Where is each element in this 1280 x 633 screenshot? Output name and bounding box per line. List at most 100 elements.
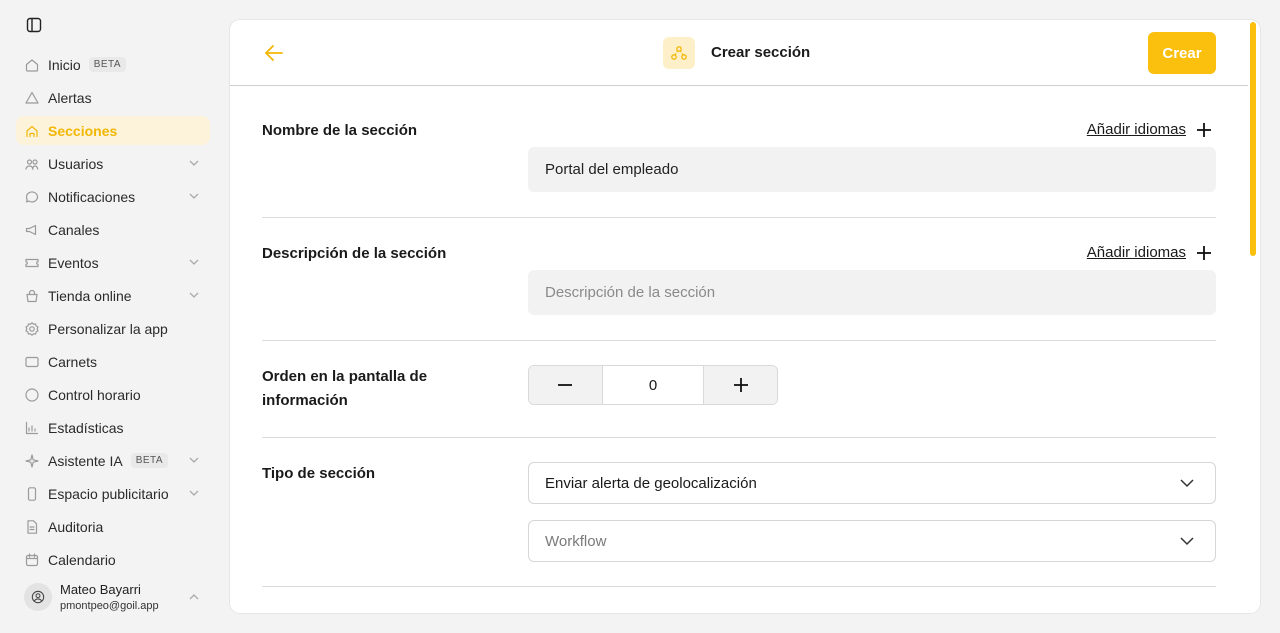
sections-icon: [24, 123, 40, 139]
sidebar-item-carnets[interactable]: Carnets: [16, 347, 210, 376]
sidebar-item-notificaciones[interactable]: Notificaciones: [16, 182, 210, 211]
sidebar-item-alertas[interactable]: Alertas: [16, 83, 210, 112]
section-type-group: Tipo de sección Enviar alerta de geoloca…: [262, 438, 1216, 587]
sidebar-item-label: Estadísticas: [48, 419, 124, 436]
chevron-down-icon[interactable]: [188, 157, 200, 169]
alert-triangle-icon: [24, 90, 40, 106]
user-name: Mateo Bayarri: [60, 582, 141, 597]
user-email: pmontpeo@goil.app: [60, 600, 159, 612]
beta-badge: BETA: [88, 57, 127, 72]
page-title: Crear sección: [711, 44, 811, 61]
chat-bubble-icon: [24, 189, 40, 205]
sidebar-toggle-icon[interactable]: [26, 17, 42, 33]
create-section-panel: Crear sección Crear Nombre de la sección…: [230, 20, 1260, 613]
chevron-down-icon[interactable]: [188, 289, 200, 301]
chevron-down-icon[interactable]: [188, 256, 200, 268]
section-type-label: Tipo de sección: [262, 465, 376, 482]
megaphone-icon: [24, 222, 40, 238]
sidebar-item-label: Carnets: [48, 353, 98, 370]
document-icon: [24, 519, 40, 535]
sidebar-item-label: Alertas: [48, 89, 92, 106]
sidebar-item-calendario[interactable]: Calendario: [16, 545, 210, 574]
phone-icon: [24, 486, 40, 502]
panel-header: Crear sección Crear: [230, 20, 1248, 86]
sidebar-item-label: Calendario: [48, 551, 116, 568]
sidebar: Inicio BETA Alertas Secciones Usuarios Notifi…: [0, 0, 222, 633]
scrollbar[interactable]: [1248, 20, 1260, 613]
settings-icon: [24, 321, 40, 337]
avatar: [24, 583, 52, 611]
chevron-down-icon[interactable]: [188, 487, 200, 499]
sidebar-item-personalizar-la-app[interactable]: Personalizar la app: [16, 314, 210, 343]
chevron-down-icon[interactable]: [188, 190, 200, 202]
workflow-placeholder: Workflow: [545, 532, 607, 550]
section-description-group: Descripción de la sección Añadir idiomas: [262, 218, 1216, 341]
create-button[interactable]: Crear: [1148, 32, 1216, 74]
sidebar-nav: Inicio BETA Alertas Secciones Usuarios Notifi…: [16, 50, 210, 578]
calendar-icon: [24, 552, 40, 568]
chevron-down-icon: [1180, 479, 1194, 488]
sidebar-item-label: Inicio: [48, 56, 81, 73]
sidebar-item-label: Personalizar la app: [48, 320, 168, 337]
sidebar-item-usuarios[interactable]: Usuarios: [16, 149, 210, 178]
sidebar-item-eventos[interactable]: Eventos: [16, 248, 210, 277]
sidebar-item-secciones[interactable]: Secciones: [16, 116, 210, 145]
plus-icon: [1197, 245, 1211, 260]
order-value[interactable]: 0: [601, 366, 705, 404]
add-languages-label: Añadir idiomas: [1086, 121, 1186, 138]
workflow-select[interactable]: Workflow: [528, 520, 1216, 562]
sidebar-item-label: Eventos: [48, 254, 99, 271]
home-icon: [24, 57, 40, 73]
section-type-select[interactable]: Enviar alerta de geolocalización: [528, 462, 1216, 504]
chevron-down-icon[interactable]: [188, 454, 200, 466]
section-name-input[interactable]: [528, 147, 1216, 192]
chevron-up-icon[interactable]: [188, 591, 200, 603]
sidebar-item-label: Canales: [48, 221, 100, 238]
user-profile[interactable]: Mateo Bayarri pmontpeo@goil.app: [24, 579, 210, 615]
section-description-input[interactable]: [528, 270, 1216, 315]
users-icon: [24, 156, 40, 172]
sidebar-item-asistente-ia[interactable]: Asistente IA BETA: [16, 446, 210, 475]
section-description-label: Descripción de la sección: [262, 245, 447, 262]
sections-icon: [663, 37, 695, 69]
section-name-label: Nombre de la sección: [262, 122, 418, 139]
sidebar-item-estadísticas[interactable]: Estadísticas: [16, 413, 210, 442]
minus-icon: [558, 384, 573, 386]
plus-icon: [1197, 122, 1211, 137]
sidebar-item-label: Tienda online: [48, 287, 132, 304]
card-icon: [24, 354, 40, 370]
sidebar-item-canales[interactable]: Canales: [16, 215, 210, 244]
decrement-button[interactable]: [529, 366, 602, 404]
section-type-value: Enviar alerta de geolocalización: [545, 474, 757, 492]
shop-icon: [24, 288, 40, 304]
add-languages-description-link[interactable]: Añadir idiomas: [1087, 244, 1212, 261]
sidebar-item-label: Usuarios: [48, 155, 104, 172]
sidebar-item-label: Notificaciones: [48, 188, 136, 205]
ticket-icon: [24, 255, 40, 271]
increment-button[interactable]: [704, 366, 777, 404]
sidebar-item-auditoria[interactable]: Auditoria: [16, 512, 210, 541]
order-stepper: 0: [528, 365, 778, 405]
clock-icon: [24, 387, 40, 403]
scrollbar-thumb[interactable]: [1250, 22, 1256, 256]
back-arrow-icon[interactable]: [264, 44, 284, 62]
sidebar-item-label: Control horario: [48, 386, 141, 403]
sidebar-item-label: Auditoria: [48, 518, 104, 535]
sidebar-item-label: Asistente IA: [48, 452, 123, 469]
section-order-group: Orden en la pantalla de información 0: [262, 341, 1216, 438]
sidebar-item-tienda-online[interactable]: Tienda online: [16, 281, 210, 310]
add-languages-name-link[interactable]: Añadir idiomas: [1087, 121, 1212, 138]
chart-icon: [24, 420, 40, 436]
sidebar-item-label: Secciones: [48, 122, 118, 139]
section-order-label: Orden en la pantalla de información: [262, 368, 428, 409]
section-name-group: Nombre de la sección Añadir idiomas: [262, 87, 1216, 218]
beta-badge: BETA: [130, 453, 169, 468]
sidebar-item-label: Espacio publicitario: [48, 485, 169, 502]
chevron-down-icon: [1180, 537, 1194, 546]
sidebar-item-control-horario[interactable]: Control horario: [16, 380, 210, 409]
sidebar-item-inicio[interactable]: Inicio BETA: [16, 50, 210, 79]
sparkle-icon: [24, 453, 40, 469]
sidebar-item-espacio-publicitario[interactable]: Espacio publicitario: [16, 479, 210, 508]
add-languages-label: Añadir idiomas: [1086, 244, 1186, 261]
plus-icon: [733, 378, 748, 392]
